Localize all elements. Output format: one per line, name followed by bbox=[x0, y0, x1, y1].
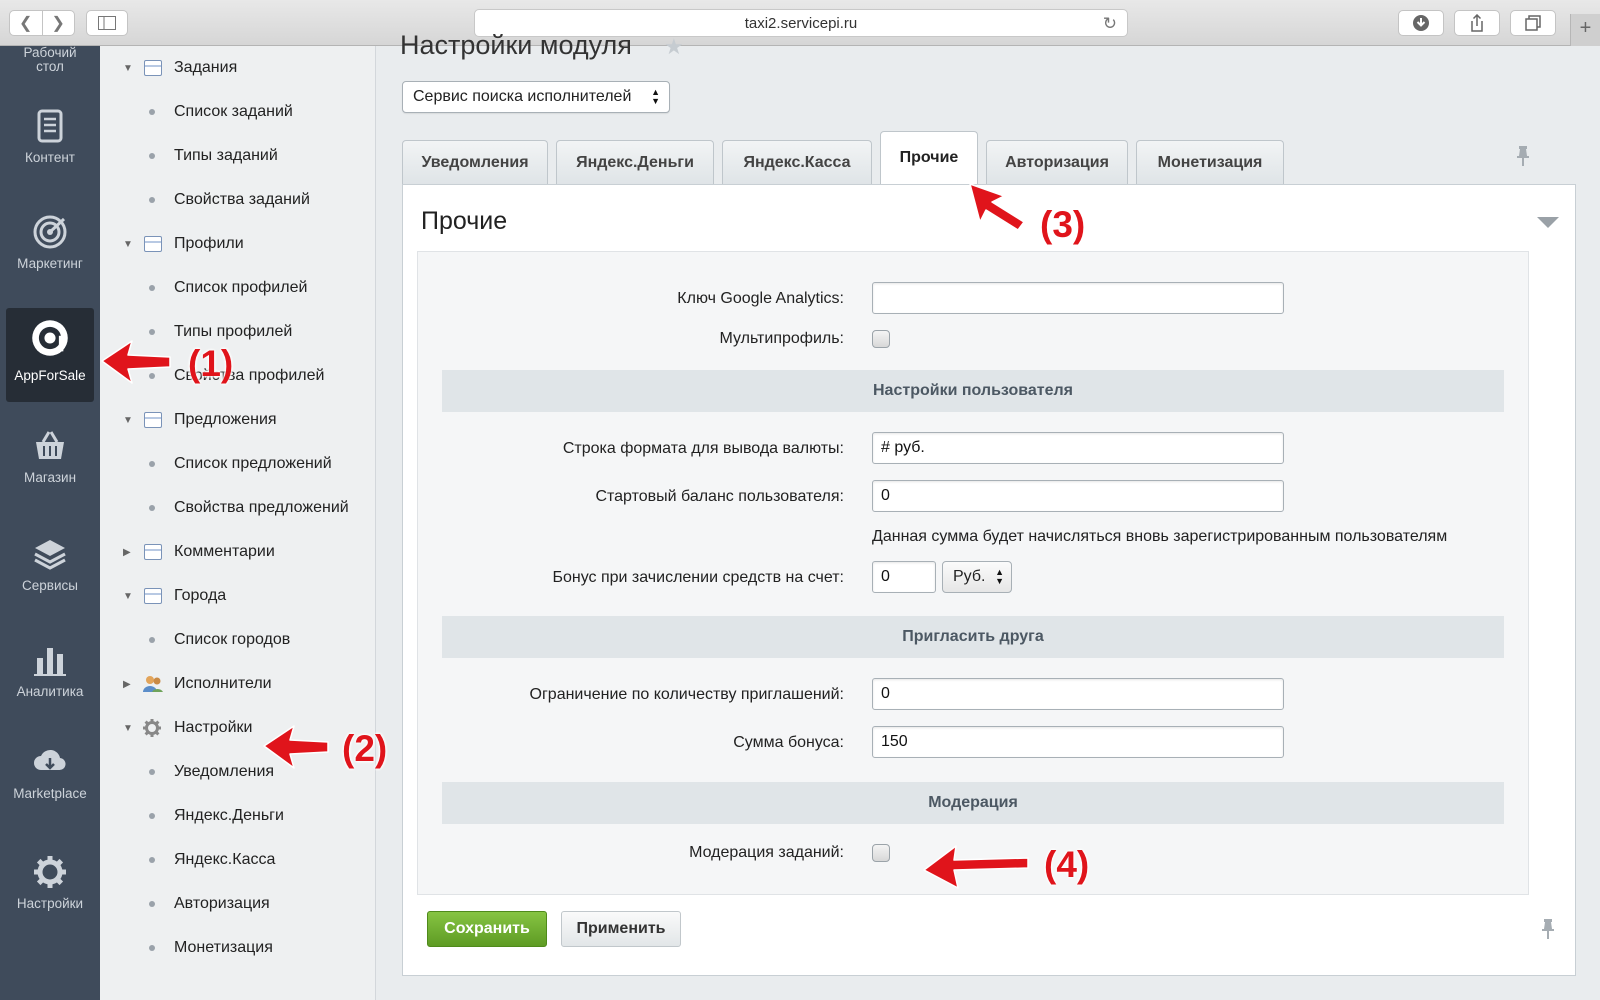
annotation-arrow-2 bbox=[263, 725, 329, 769]
annotation-arrow-1 bbox=[101, 340, 171, 384]
annotation-arrow-3 bbox=[969, 183, 1025, 231]
annotation-label-2: (2) bbox=[342, 728, 388, 769]
annotation-arrows bbox=[101, 183, 1029, 889]
screen: ❮ ❯ taxi2.servicepi.ru ↻ + Рабочий стол … bbox=[0, 0, 1600, 1000]
annotation-label-1: (1) bbox=[188, 343, 234, 384]
annotation-label-3: (3) bbox=[1040, 204, 1086, 245]
annotation-arrow-4 bbox=[923, 845, 1029, 889]
annotation-label-4: (4) bbox=[1044, 844, 1090, 885]
